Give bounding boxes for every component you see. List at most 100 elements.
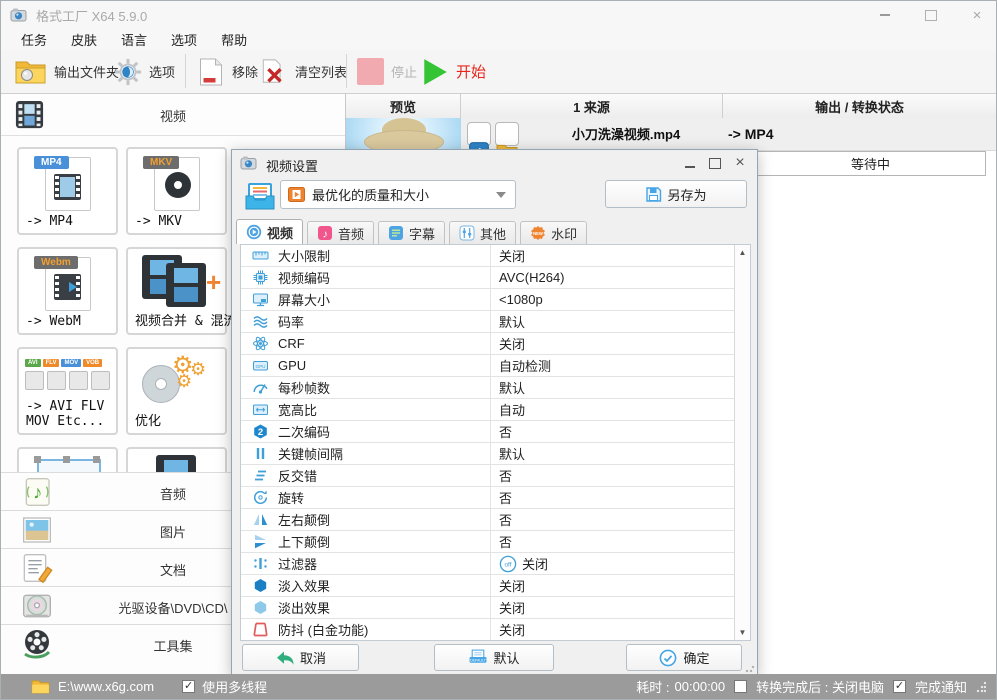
card-video-merge[interactable]: + 视频合并 & 混流 bbox=[126, 247, 236, 335]
row-crf[interactable]: CRF 关闭 bbox=[241, 333, 750, 355]
row-bitrate[interactable]: 码率 默认 bbox=[241, 311, 750, 333]
menu-task[interactable]: 任务 bbox=[9, 28, 59, 51]
stop-button[interactable]: 停止 bbox=[357, 53, 417, 90]
dialog-maximize-button[interactable] bbox=[706, 154, 724, 172]
column-preview[interactable]: 预览 bbox=[346, 94, 461, 118]
settings-list: 大小限制 关闭 视频编码 AVC(H264) 屏幕大小 <1080p 码率 默认… bbox=[240, 244, 751, 641]
plus-icon: + bbox=[206, 267, 222, 297]
tab-watermark[interactable]: NEW 水印 bbox=[520, 221, 588, 244]
output-path[interactable]: E:\www.x6g.com bbox=[58, 679, 154, 694]
row-fps[interactable]: 每秒帧数 默认 bbox=[241, 377, 750, 399]
atom-icon bbox=[252, 335, 269, 352]
dialog-icon bbox=[240, 155, 257, 172]
row-deinterlace[interactable]: 反交错 否 bbox=[241, 465, 750, 487]
output-folder-icon bbox=[14, 57, 47, 87]
menu-help[interactable]: 帮助 bbox=[209, 28, 259, 51]
row-gpu[interactable]: GPU GPU 自动检测 bbox=[241, 355, 750, 377]
ruler-icon bbox=[252, 247, 269, 264]
svg-text:♪: ♪ bbox=[322, 228, 328, 240]
row-video-codec[interactable]: 视频编码 AVC(H264) bbox=[241, 267, 750, 289]
remove-button[interactable]: 移除 bbox=[197, 53, 258, 90]
remove-doc-icon bbox=[197, 57, 225, 87]
default-button[interactable]: DEFAULT 默认 bbox=[434, 644, 554, 671]
play-icon bbox=[421, 57, 449, 87]
start-button[interactable]: 开始 bbox=[421, 53, 486, 90]
gauge-icon bbox=[252, 379, 269, 396]
shutdown-after-checkbox[interactable] bbox=[734, 680, 748, 693]
card-to-mkv[interactable]: MKV -> MKV bbox=[126, 147, 227, 235]
output-folder-button[interactable]: 输出文件夹 bbox=[14, 53, 119, 90]
tab-video[interactable]: 视频 bbox=[236, 219, 304, 244]
row-size-limit[interactable]: 大小限制 关闭 bbox=[241, 245, 750, 267]
profile-tray-icon bbox=[244, 180, 276, 212]
options-button[interactable]: 选项 bbox=[114, 53, 175, 90]
gear-icon bbox=[114, 57, 142, 87]
open-folder-button[interactable] bbox=[495, 122, 519, 161]
menu-language[interactable]: 语言 bbox=[109, 28, 159, 51]
video-section-header[interactable]: 视频 bbox=[1, 94, 345, 136]
close-button[interactable]: × bbox=[966, 5, 988, 25]
row-filter[interactable]: 过滤器 off 关闭 bbox=[241, 553, 750, 575]
card-optimize[interactable]: ⚙ ⚙ ⚙ 优化 bbox=[126, 347, 227, 435]
column-source[interactable]: 1 来源 bbox=[461, 94, 723, 118]
tab-other[interactable]: 其他 bbox=[449, 221, 517, 244]
task-row[interactable]: i 小刀洗澡视频.mp4 -> MP4 bbox=[346, 118, 996, 162]
default-doc-icon: DEFAULT bbox=[468, 649, 488, 667]
dialog-title: 视频设置 bbox=[266, 159, 319, 174]
column-divider bbox=[490, 245, 491, 640]
tab-audio[interactable]: ♪ 音频 bbox=[307, 221, 375, 244]
cancel-button[interactable]: 取消 bbox=[242, 644, 359, 671]
back-arrow-icon bbox=[275, 649, 295, 667]
maximize-button[interactable] bbox=[920, 5, 942, 25]
window-resize-grip[interactable] bbox=[976, 680, 986, 693]
hexagon-dark-icon bbox=[252, 577, 269, 594]
svg-text:GPU: GPU bbox=[256, 364, 266, 369]
profile-dropdown[interactable]: 最优化的质量和大小 bbox=[280, 180, 516, 209]
row-keyframe-interval[interactable]: 关键帧间隔 默认 bbox=[241, 443, 750, 465]
off-badge-icon: off bbox=[499, 555, 517, 573]
row-flip-vertical[interactable]: 上下颠倒 否 bbox=[241, 531, 750, 553]
format-icons bbox=[25, 371, 110, 390]
row-rotate[interactable]: 旋转 否 bbox=[241, 487, 750, 509]
interlace-icon bbox=[252, 467, 269, 484]
card-to-avi-flv-mov[interactable]: AVI FLV MOV VOB -> AVI FLV MOV Etc... bbox=[17, 347, 118, 435]
card-to-mp4[interactable]: MP4 -> MP4 bbox=[17, 147, 118, 235]
dialog-resize-grip[interactable] bbox=[745, 663, 755, 673]
tab-subtitle[interactable]: 字幕 bbox=[378, 221, 446, 244]
menu-skin[interactable]: 皮肤 bbox=[59, 28, 109, 51]
svg-text:DEFAULT: DEFAULT bbox=[471, 658, 488, 662]
scroll-down-icon[interactable]: ▼ bbox=[735, 628, 750, 637]
row-screen-size[interactable]: 屏幕大小 <1080p bbox=[241, 289, 750, 311]
info-button[interactable]: i bbox=[467, 122, 491, 162]
clear-list-icon bbox=[260, 57, 288, 87]
flip-vertical-icon bbox=[252, 533, 269, 550]
row-flip-horizontal[interactable]: 左右颠倒 否 bbox=[241, 509, 750, 531]
clear-list-button[interactable]: 清空列表 bbox=[260, 53, 347, 90]
menu-options[interactable]: 选项 bbox=[159, 28, 209, 51]
ok-button[interactable]: 确定 bbox=[626, 644, 742, 671]
flip-horizontal-icon bbox=[252, 511, 269, 528]
elapsed-value: 00:00:00 bbox=[674, 679, 726, 694]
row-fade-in[interactable]: 淡入效果 关闭 bbox=[241, 575, 750, 597]
row-two-pass[interactable]: 2 二次编码 否 bbox=[241, 421, 750, 443]
svg-text:2: 2 bbox=[258, 427, 263, 438]
multithread-checkbox[interactable]: ✓ bbox=[182, 680, 196, 693]
dialog-close-button[interactable]: × bbox=[731, 154, 749, 172]
minimize-button[interactable] bbox=[874, 5, 896, 25]
column-output-status[interactable]: 输出 / 转换状态 bbox=[723, 94, 996, 118]
notify-checkbox[interactable]: ✓ bbox=[892, 680, 906, 693]
row-stabilize[interactable]: 防抖 (白金功能) 关闭 bbox=[241, 619, 750, 640]
scroll-up-icon[interactable]: ▲ bbox=[735, 248, 750, 257]
row-aspect-ratio[interactable]: 宽高比 自动 bbox=[241, 399, 750, 421]
filter-icon bbox=[252, 555, 269, 572]
shutdown-after-label: 转换完成后 : 关闭电脑 bbox=[756, 680, 884, 695]
row-fade-out[interactable]: 淡出效果 关闭 bbox=[241, 597, 750, 619]
save-as-button[interactable]: 另存为 bbox=[605, 180, 747, 208]
dialog-minimize-button[interactable] bbox=[681, 154, 699, 172]
scrollbar[interactable]: ▲ ▼ bbox=[734, 245, 750, 640]
profile-value: 最优化的质量和大小 bbox=[312, 188, 430, 203]
source-filename: 小刀洗澡视频.mp4 bbox=[571, 127, 681, 142]
card-to-webm[interactable]: Webm -> WebM bbox=[17, 247, 118, 335]
menu-bar: 任务 皮肤 语言 选项 帮助 bbox=[1, 29, 996, 50]
app-icon bbox=[10, 7, 27, 24]
